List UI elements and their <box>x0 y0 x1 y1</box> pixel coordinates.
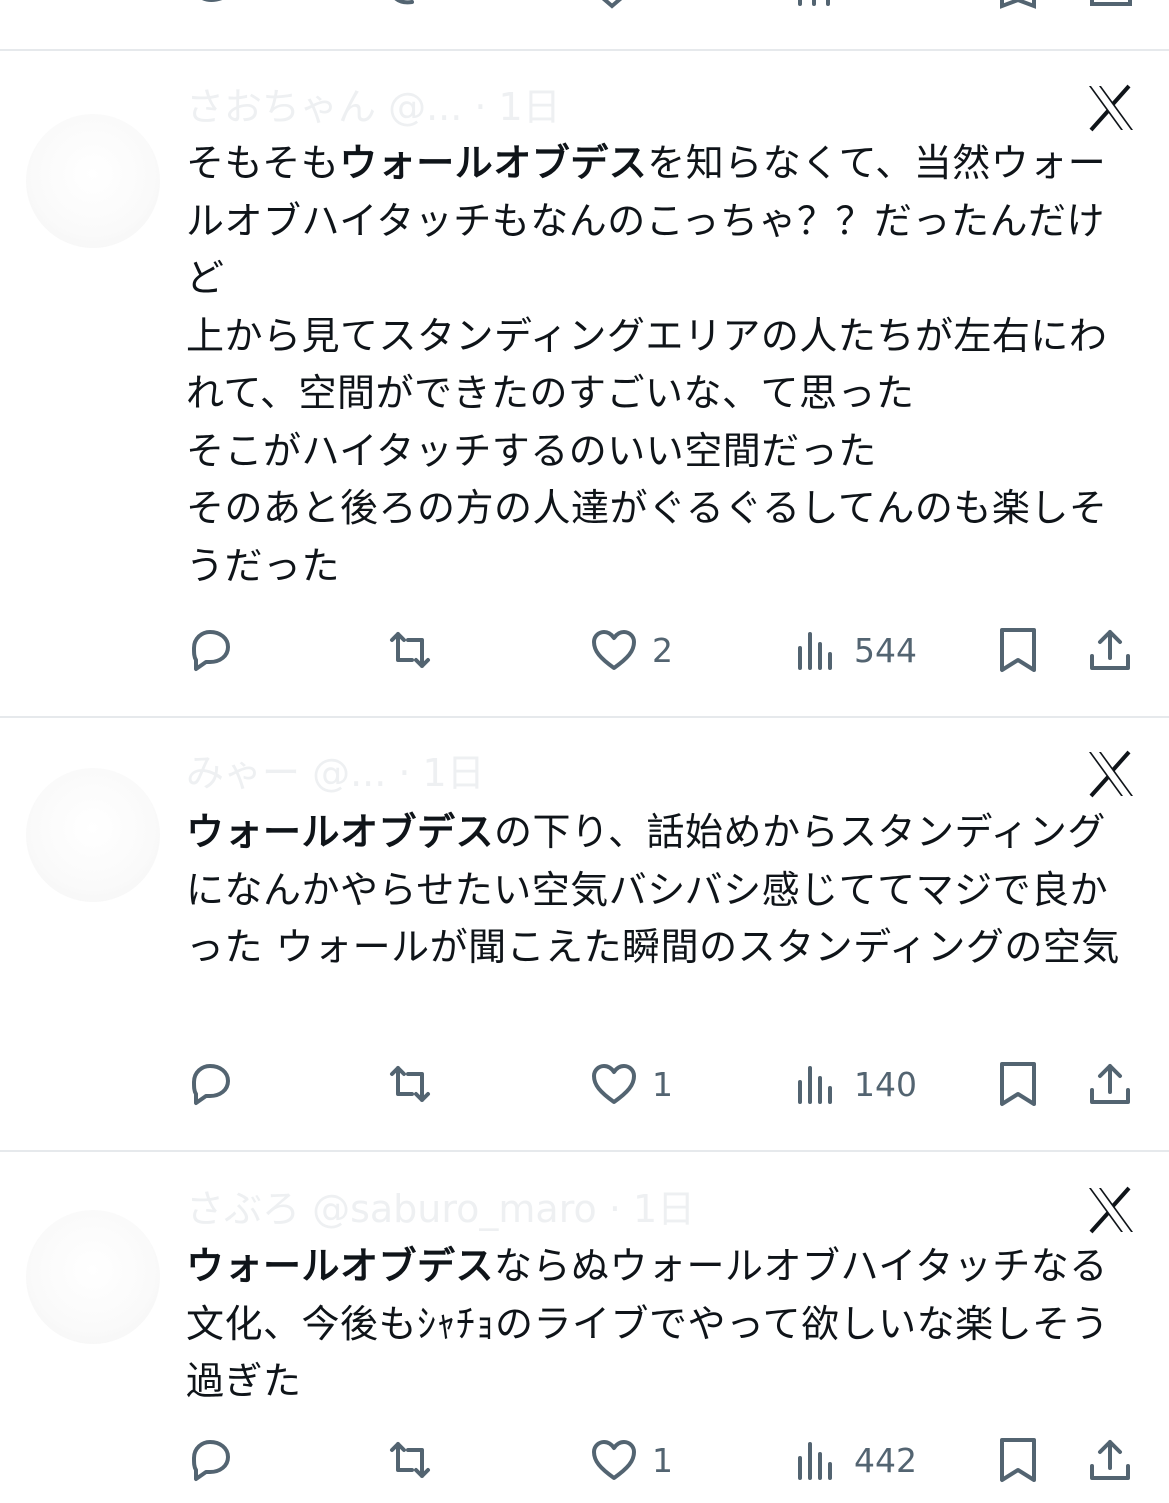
divider <box>0 49 1169 51</box>
retweet-button[interactable] <box>386 1430 434 1490</box>
retweet-icon-partial <box>394 0 414 5</box>
previous-tweet-action-icons <box>202 0 1132 9</box>
retweet-icon <box>390 1066 430 1102</box>
reply-icon <box>192 630 230 671</box>
avatar[interactable] <box>26 768 160 902</box>
heart-icon-partial <box>601 0 623 9</box>
views-count: 544 <box>854 630 917 670</box>
like-count: 1 <box>652 1440 673 1480</box>
share-button[interactable] <box>1086 620 1134 680</box>
bookmark-icon <box>1000 1438 1036 1482</box>
bookmark-button[interactable] <box>994 1430 1042 1490</box>
share-icon <box>1090 1440 1130 1480</box>
tweet-actions: 1 140 <box>0 1054 1169 1114</box>
like-count: 1 <box>652 1064 673 1104</box>
reply-button[interactable] <box>186 1430 234 1490</box>
x-logo-icon <box>1089 84 1133 132</box>
tweet-actions: 1 442 <box>0 1430 1169 1490</box>
tweet-text: ウォールオブデスの下り、話始めからスタンディングになんかやらせたい空気バシバシ感… <box>186 804 1126 977</box>
x-logo-icon <box>1089 750 1133 798</box>
reply-button[interactable] <box>186 620 234 680</box>
x-logo-icon <box>1089 1186 1133 1234</box>
tweet[interactable]: さおちゃん @... · 1日 そもそもウォールオブデスを知らなくて、当然ウォー… <box>0 52 1169 716</box>
views-button[interactable]: 442 <box>792 1430 917 1490</box>
views-button[interactable]: 140 <box>792 1054 917 1114</box>
tweet[interactable]: さぶろ @saburo_maro · 1日 ウォールオブデスならぬウォールオブハ… <box>0 1152 1169 1503</box>
tweet-text: ウォールオブデスならぬウォールオブハイタッチなる文化、今後もｼｬﾁｮのライブでや… <box>186 1238 1126 1411</box>
views-button[interactable]: 544 <box>792 620 917 680</box>
heart-icon <box>592 1440 636 1480</box>
tweet-author-header[interactable]: みゃー @... · 1日 <box>186 748 1026 798</box>
bookmark-button[interactable] <box>994 620 1042 680</box>
tweet-text: そもそもウォールオブデスを知らなくて、当然ウォールオブハイタッチもなんのこっちゃ… <box>186 135 1126 595</box>
tweet-keyword: ウォールオブデス <box>186 1244 495 1288</box>
bookmark-icon <box>1000 1062 1036 1106</box>
tweet-text-prefix: そもそも <box>186 141 340 185</box>
like-button[interactable]: 1 <box>590 1054 673 1114</box>
tweet-actions: 2 544 <box>0 620 1169 680</box>
tweet-keyword: ウォールオブデス <box>339 141 648 185</box>
heart-icon <box>592 1064 636 1104</box>
share-icon <box>1090 630 1130 670</box>
previous-tweet-actions <box>0 0 1169 50</box>
like-count: 2 <box>652 630 673 670</box>
avatar[interactable] <box>26 1210 160 1344</box>
tweet-author-header[interactable]: さぶろ @saburo_maro · 1日 <box>186 1184 1026 1234</box>
share-button[interactable] <box>1086 1430 1134 1490</box>
heart-icon <box>592 630 636 670</box>
views-icon <box>798 632 832 670</box>
views-count: 140 <box>854 1064 917 1104</box>
reply-icon <box>192 1440 230 1481</box>
share-icon-partial <box>1090 0 1132 6</box>
retweet-button[interactable] <box>386 620 434 680</box>
like-button[interactable]: 1 <box>590 1430 673 1490</box>
retweet-button[interactable] <box>386 1054 434 1114</box>
share-button[interactable] <box>1086 1054 1134 1114</box>
views-count: 442 <box>854 1440 917 1480</box>
tweet-keyword: ウォールオブデス <box>186 810 495 854</box>
reply-icon <box>192 1064 230 1105</box>
avatar[interactable] <box>26 114 160 248</box>
bookmark-icon <box>1000 628 1036 672</box>
share-icon <box>1090 1064 1130 1104</box>
bookmark-icon-partial <box>1000 0 1036 9</box>
views-icon <box>798 1066 832 1104</box>
views-icon-partial <box>798 0 830 6</box>
retweet-icon <box>390 1442 430 1478</box>
bookmark-button[interactable] <box>994 1054 1042 1114</box>
views-icon <box>798 1442 832 1480</box>
retweet-icon <box>390 632 430 668</box>
tweet-text-body: を知らなくて、当然ウォールオブハイタッチもなんのこっちゃ？？だったんだけど 上か… <box>186 141 1108 588</box>
like-button[interactable]: 2 <box>590 620 673 680</box>
tweet[interactable]: みゃー @... · 1日 ウォールオブデスの下り、話始めからスタンディングにな… <box>0 718 1169 1150</box>
tweet-author-header[interactable]: さおちゃん @... · 1日 <box>186 82 1026 132</box>
reply-button[interactable] <box>186 1054 234 1114</box>
